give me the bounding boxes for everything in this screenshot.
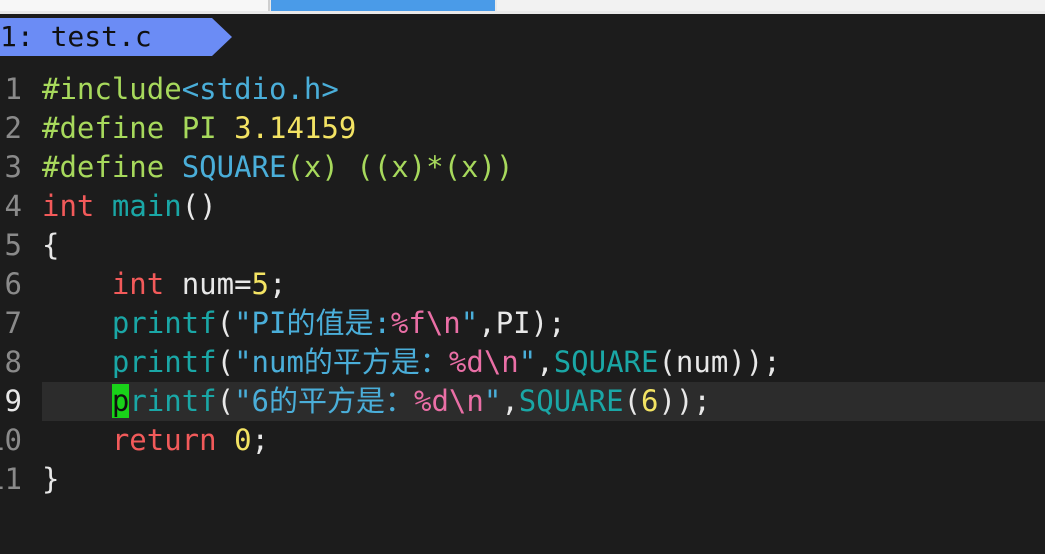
code-token: "PI的值是:: [234, 306, 391, 340]
line-code[interactable]: printf("PI的值是:%f\n",PI);: [42, 304, 566, 343]
line-code[interactable]: printf("6的平方是：%d\n",SQUARE(6));: [42, 382, 711, 421]
code-token: {: [42, 228, 60, 262]
code-token: 5: [251, 267, 270, 301]
code-token: 3.14159: [234, 111, 357, 145]
code-token: main: [111, 189, 182, 223]
top-strip-segment-left[interactable]: [0, 0, 270, 11]
code-lines[interactable]: 1 #include<stdio.h> 2 #define PI 3.14159 3 #d…: [0, 70, 1045, 499]
top-strip-segment-active[interactable]: [271, 0, 495, 11]
code-token: }: [42, 462, 60, 496]
line-code[interactable]: printf("num的平方是：%d\n",SQUARE(num));: [42, 343, 781, 382]
code-token: (): [181, 189, 217, 223]
code-token: rintf: [129, 384, 217, 418]
code-line[interactable]: 11}: [0, 460, 1045, 499]
code-token: (x) ((x)*(x)): [286, 150, 514, 184]
code-token: %d\n: [448, 345, 519, 379]
line-number: 2: [4, 111, 22, 145]
code-token: PI: [181, 111, 217, 145]
code-token: #define: [42, 150, 165, 184]
code-line[interactable]: 8 printf("num的平方是：%d\n",SQUARE(num));: [0, 343, 1045, 382]
code-line[interactable]: 3 #define SQUARE(x) ((x)*(x)): [0, 148, 1045, 187]
line-code[interactable]: {: [42, 226, 59, 265]
line-number: 4: [4, 189, 22, 223]
top-strip-segment-right[interactable]: [497, 0, 1045, 11]
code-line[interactable]: 4 int main(): [0, 187, 1045, 226]
code-token: SQUARE: [553, 345, 659, 379]
code-line[interactable]: 6 int num=5;: [0, 265, 1045, 304]
code-token: <stdio.h>: [181, 72, 339, 106]
code-token: SQUARE: [181, 150, 287, 184]
code-token: "6的平方是：: [234, 384, 415, 418]
code-line[interactable]: 10 return 0;: [0, 421, 1045, 460]
line-code[interactable]: #define SQUARE(x) ((x)*(x)): [42, 148, 513, 187]
line-code[interactable]: }: [42, 460, 59, 499]
code-token: #include: [42, 72, 182, 106]
code-token: int: [111, 267, 165, 301]
code-token: (: [216, 384, 235, 418]
line-number: 3: [4, 150, 22, 184]
vim-editor[interactable]: 1: test.c 1 #include<stdio.h> 2 #define PI …: [0, 14, 1045, 554]
code-token: ": [518, 345, 537, 379]
code-token: ,PI);: [478, 306, 566, 340]
line-number: 5: [4, 228, 22, 262]
line-code[interactable]: int main(): [42, 187, 217, 226]
code-token: printf: [111, 306, 217, 340]
tab-arrow-separator: [212, 18, 232, 56]
code-token: ,: [536, 345, 554, 379]
code-token: "num的平方是：: [234, 345, 449, 379]
code-token: ": [460, 306, 479, 340]
line-number: 1: [4, 72, 22, 106]
tab-test-c[interactable]: 1: test.c: [0, 18, 212, 56]
code-token: ;: [251, 423, 270, 457]
code-token: num=: [164, 267, 252, 301]
code-token: 0: [234, 423, 252, 457]
code-line[interactable]: 5{: [0, 226, 1045, 265]
code-token: 6: [641, 384, 659, 418]
code-token: ));: [658, 384, 711, 418]
code-token: (: [216, 345, 235, 379]
code-line[interactable]: 1 #include<stdio.h>: [0, 70, 1045, 109]
code-token: int: [42, 189, 95, 223]
code-token: ": [483, 384, 502, 418]
line-number: 8: [4, 345, 22, 379]
code-token: (: [216, 306, 235, 340]
code-token: ;: [269, 267, 287, 301]
line-code[interactable]: return 0;: [42, 421, 269, 460]
line-code[interactable]: int num=5;: [42, 265, 287, 304]
text-cursor: p: [111, 384, 130, 418]
line-code[interactable]: #define PI 3.14159: [42, 109, 356, 148]
line-number: 11: [0, 462, 22, 496]
code-token: (: [623, 384, 642, 418]
code-token: SQUARE: [518, 384, 624, 418]
code-token: (num));: [658, 345, 781, 379]
tabline: 1: test.c: [0, 18, 1045, 56]
line-number: 7: [4, 306, 22, 340]
line-number: 9: [4, 384, 22, 418]
line-number: 6: [4, 267, 22, 301]
code-line[interactable]: 7 printf("PI的值是:%f\n",PI);: [0, 304, 1045, 343]
code-line[interactable]: 2 #define PI 3.14159: [0, 109, 1045, 148]
window-top-strip: [0, 0, 1045, 14]
code-token: ,: [501, 384, 519, 418]
line-number: 10: [0, 423, 22, 457]
code-token: printf: [111, 345, 217, 379]
code-line[interactable]: 9 printf("6的平方是：%d\n",SQUARE(6));: [0, 382, 1045, 421]
code-token: return: [111, 423, 217, 457]
code-token: #define: [42, 111, 165, 145]
line-code[interactable]: #include<stdio.h>: [42, 70, 339, 109]
code-token: %d\n: [414, 384, 484, 418]
code-token: %f\n: [390, 306, 461, 340]
